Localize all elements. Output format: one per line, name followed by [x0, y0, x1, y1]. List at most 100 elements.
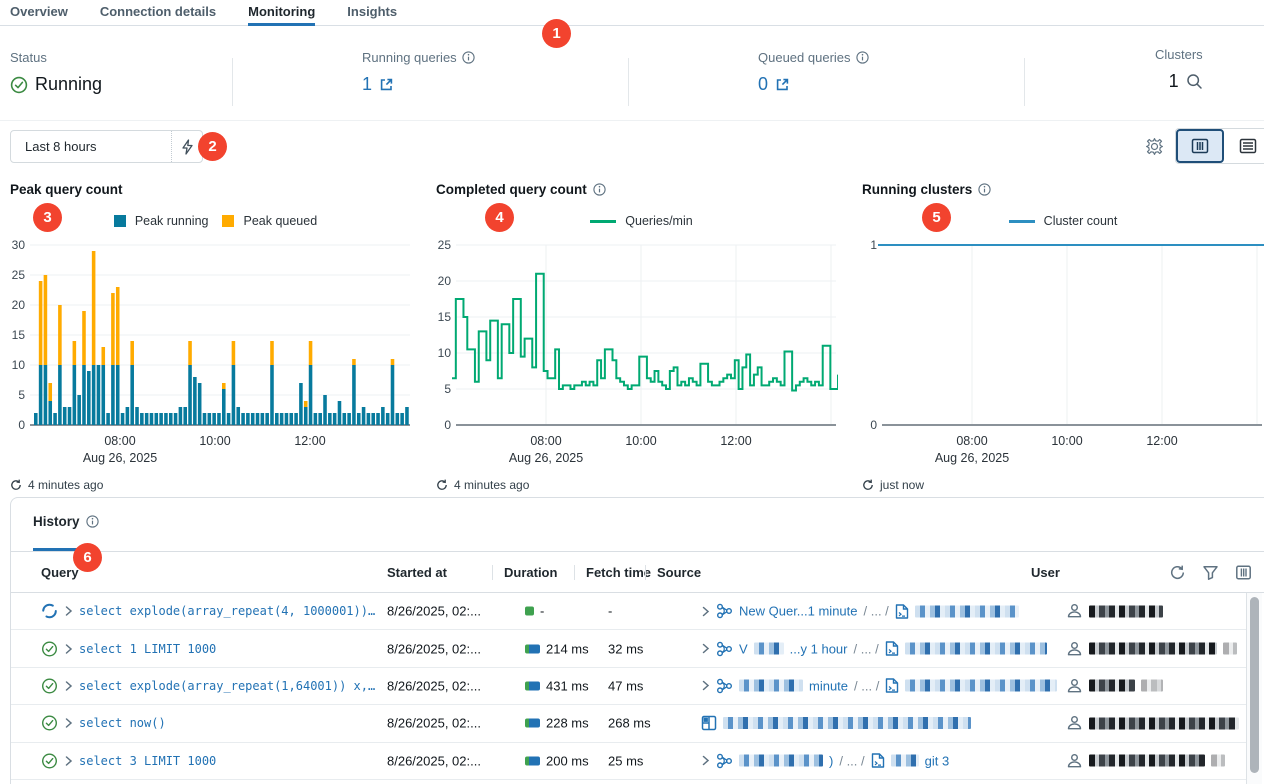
table-row[interactable]: select explode(array_repeat(1,64001)) x,…: [11, 668, 1247, 705]
table-row[interactable]: select now()8/26/2025, 02:...228 ms268 m…: [11, 705, 1247, 742]
source-link[interactable]: ): [829, 753, 833, 768]
chevron-right-icon[interactable]: [64, 605, 73, 617]
user-cell: [1066, 715, 1239, 732]
refresh-icon[interactable]: [862, 479, 874, 491]
info-icon[interactable]: [856, 51, 869, 64]
time-range-picker[interactable]: Last 8 hours: [10, 130, 203, 163]
expand-row-button[interactable]: [64, 605, 73, 617]
duration-bar-icon: [525, 756, 540, 765]
query-text[interactable]: select 3 LIMIT 1000: [79, 754, 216, 768]
query-text[interactable]: select now(): [79, 716, 166, 730]
col-started-at[interactable]: Started at: [387, 565, 447, 580]
chevron-right-icon[interactable]: [701, 680, 710, 692]
info-icon[interactable]: [593, 183, 606, 196]
monitoring-page: Overview Connection details Monitoring I…: [0, 0, 1264, 784]
chevron-right-icon[interactable]: [701, 605, 710, 617]
external-link-icon[interactable]: [379, 77, 394, 92]
search-icon[interactable]: [1186, 73, 1203, 90]
external-link-icon[interactable]: [775, 77, 790, 92]
table-row[interactable]: select explode(array_repeat(4, 1000001))…: [11, 593, 1247, 630]
chevron-right-icon[interactable]: [64, 755, 73, 767]
time-range-value[interactable]: Last 8 hours: [11, 139, 171, 154]
fetch-time-cell: 32 ms: [608, 641, 643, 656]
source-link[interactable]: V: [739, 641, 748, 656]
tab-insights[interactable]: Insights: [347, 0, 397, 25]
tab-history[interactable]: History: [33, 514, 99, 529]
legend-swatch-peak-running[interactable]: [114, 215, 126, 227]
col-duration[interactable]: Duration: [504, 565, 557, 580]
info-icon[interactable]: [978, 183, 991, 196]
scrollbar-thumb[interactable]: [1250, 597, 1259, 773]
refresh-icon[interactable]: [10, 479, 22, 491]
expand-row-button[interactable]: [64, 755, 73, 767]
info-icon[interactable]: [462, 51, 475, 64]
source-link[interactable]: git 3: [925, 753, 950, 768]
chevron-right-icon[interactable]: [701, 755, 710, 767]
redacted-user-name: [1089, 643, 1217, 655]
source-link[interactable]: minute: [809, 678, 848, 693]
tab-connection-details[interactable]: Connection details: [100, 0, 216, 25]
table-row[interactable]: select 3 LIMIT 10008/26/2025, 02:...200 …: [11, 743, 1247, 780]
redacted-source-text: [739, 680, 803, 692]
redacted-user-name: [1089, 755, 1205, 767]
svg-text:08:00: 08:00: [956, 434, 987, 448]
svg-text:10: 10: [438, 346, 452, 360]
annotation-badge-2: 2: [198, 132, 227, 161]
svg-text:12:00: 12:00: [1146, 434, 1177, 448]
col-user[interactable]: User: [1031, 565, 1060, 580]
source-path-separator[interactable]: / ... /: [854, 678, 879, 693]
source-path-separator[interactable]: / ... /: [864, 604, 889, 619]
vertical-scrollbar[interactable]: [1246, 593, 1262, 784]
list-view-button[interactable]: [1224, 129, 1264, 163]
query-text[interactable]: select explode(array_repeat(1,64001)) x,…: [79, 679, 376, 693]
legend-swatch-queries-min[interactable]: [590, 220, 616, 223]
col-query[interactable]: Query: [41, 565, 79, 580]
svg-text:08:00: 08:00: [530, 434, 561, 448]
legend-label[interactable]: Peak queued: [243, 214, 317, 228]
chevron-right-icon[interactable]: [64, 717, 73, 729]
source-path-separator[interactable]: / ... /: [853, 641, 878, 656]
queued-queries-value[interactable]: 0: [758, 74, 768, 95]
chevron-right-icon[interactable]: [64, 643, 73, 655]
col-fetch-time[interactable]: Fetch time: [586, 565, 651, 580]
query-status-icon: [41, 640, 58, 657]
legend-swatch-cluster-count[interactable]: [1009, 220, 1035, 223]
columns-view-button[interactable]: [1176, 129, 1224, 163]
legend-label[interactable]: Peak running: [135, 214, 209, 228]
legend-label[interactable]: Cluster count: [1044, 214, 1118, 228]
tab-overview[interactable]: Overview: [10, 0, 68, 25]
expand-row-button[interactable]: [64, 643, 73, 655]
columns-icon: [1235, 564, 1252, 581]
legend-label[interactable]: Queries/min: [625, 214, 692, 228]
chevron-right-icon[interactable]: [701, 643, 710, 655]
redacted-user-name: [1089, 680, 1135, 692]
redacted-source-text: [754, 643, 784, 655]
manage-columns-button[interactable]: [1235, 564, 1252, 581]
source-path-separator[interactable]: / ... /: [839, 753, 864, 768]
chart-title: Completed query count: [436, 182, 587, 197]
source-link[interactable]: New Quer...1 minute: [739, 604, 858, 619]
running-queries-value[interactable]: 1: [362, 74, 372, 95]
col-source[interactable]: Source: [657, 565, 701, 580]
info-icon[interactable]: [86, 515, 99, 528]
filter-button[interactable]: [1202, 564, 1219, 581]
query-text[interactable]: select 1 LIMIT 1000: [79, 642, 216, 656]
divider: [574, 565, 575, 580]
queued-queries-card: Queued queries 0: [758, 50, 869, 95]
query-text[interactable]: select explode(array_repeat(4, 1000001))…: [79, 604, 376, 618]
tab-monitoring[interactable]: Monitoring: [248, 0, 315, 25]
status-value: Running: [35, 74, 102, 95]
refresh-table-button[interactable]: [1169, 564, 1186, 581]
svg-text:10:00: 10:00: [1051, 434, 1082, 448]
refresh-icon[interactable]: [436, 479, 448, 491]
source-link[interactable]: ...y 1 hour: [790, 641, 848, 656]
svg-text:Aug 26, 2025: Aug 26, 2025: [509, 451, 583, 465]
expand-row-button[interactable]: [64, 717, 73, 729]
settings-button[interactable]: [1145, 137, 1164, 156]
chevron-right-icon[interactable]: [64, 680, 73, 692]
legend-swatch-peak-queued[interactable]: [222, 215, 234, 227]
table-row[interactable]: select 1 LIMIT 10008/26/2025, 02:...214 …: [11, 630, 1247, 667]
user-icon: [1066, 752, 1083, 769]
expand-row-button[interactable]: [64, 680, 73, 692]
redacted-user-name: [1089, 605, 1163, 617]
